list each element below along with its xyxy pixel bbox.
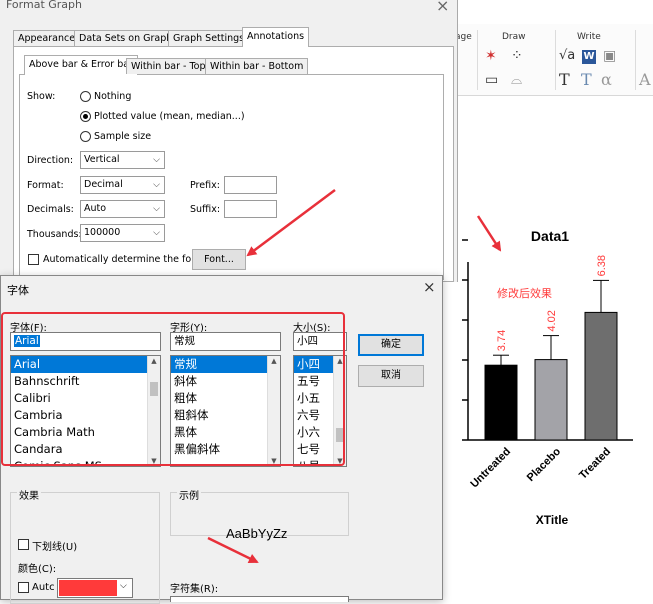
arrow-to-chart-title	[476, 215, 502, 252]
arrow-to-font-button	[246, 188, 336, 257]
arrow-to-color	[207, 536, 259, 564]
annotation-arrows	[207, 188, 502, 564]
